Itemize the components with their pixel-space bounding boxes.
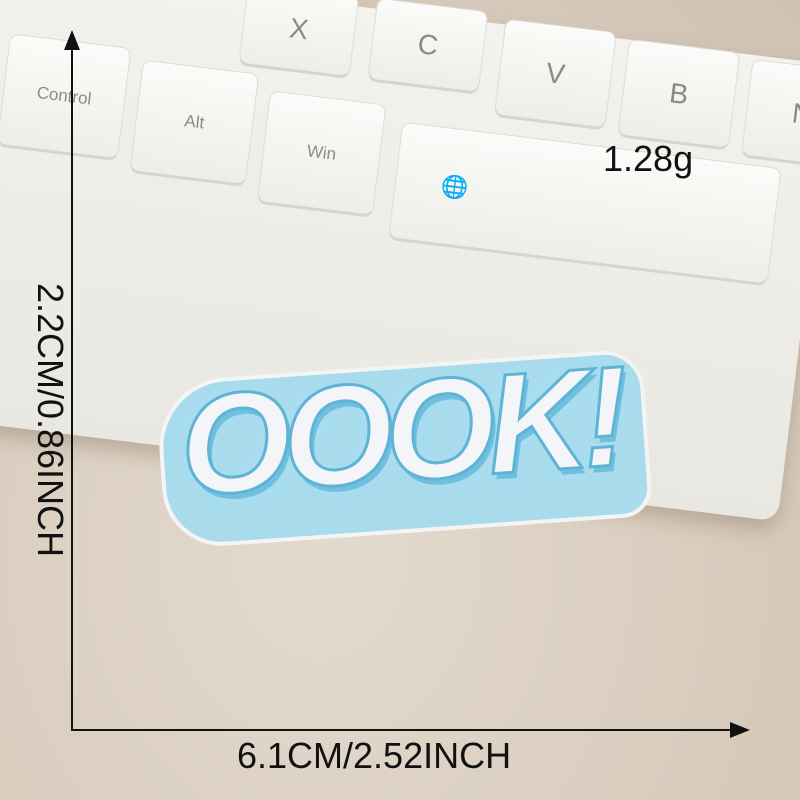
height-label: 2.2CM/0.86INCH xyxy=(30,282,71,558)
oook-patch: OOOK! xyxy=(154,335,654,550)
width-label: 6.1CM/2.52INCH xyxy=(237,735,512,776)
globe-icon: 🌐 xyxy=(439,172,470,201)
horizontal-dimension-line xyxy=(71,729,736,731)
key-control: Control xyxy=(0,34,131,159)
key-space: 🌐 xyxy=(389,122,781,284)
key-x: X xyxy=(239,0,359,76)
vertical-dimension-line xyxy=(71,40,73,730)
key-c: C xyxy=(368,0,488,92)
key-v: V xyxy=(495,19,616,128)
arrow-up-icon xyxy=(64,30,80,50)
weight-label: 1.28g xyxy=(603,138,694,179)
arrow-right-icon xyxy=(730,722,750,738)
key-alt: Alt xyxy=(130,60,259,184)
key-win: Win xyxy=(257,91,386,215)
key-n: N xyxy=(741,60,800,168)
patch-lettering: OOOK! xyxy=(173,335,627,527)
key-b: B xyxy=(618,39,740,148)
